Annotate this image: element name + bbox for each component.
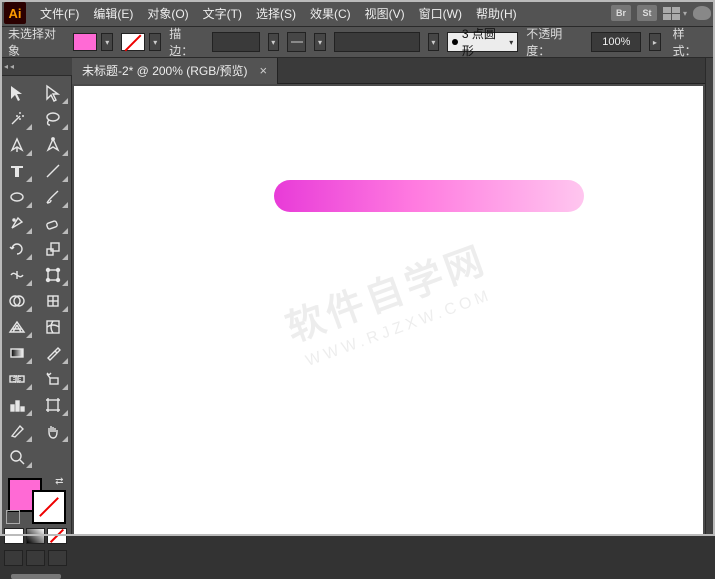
eraser-tool[interactable] <box>36 210 70 236</box>
menu-bar: Ai 文件(F) 编辑(E) 对象(O) 文字(T) 选择(S) 效果(C) 视… <box>0 0 715 26</box>
draw-normal[interactable] <box>4 550 23 566</box>
gradient-pill-shape[interactable] <box>274 180 584 212</box>
brush-dot-icon <box>452 39 458 45</box>
right-dock-strip[interactable] <box>705 58 715 536</box>
mesh-tool[interactable] <box>36 314 70 340</box>
vw-dropdown[interactable]: ▾ <box>314 33 326 51</box>
brush-preview-dropdown[interactable]: ▾ <box>428 33 440 51</box>
tab-close-button[interactable]: × <box>260 63 268 78</box>
eyedropper-tool[interactable] <box>36 340 70 366</box>
toolbox-resize-handle[interactable] <box>11 574 61 579</box>
paintbrush-tool[interactable] <box>36 184 70 210</box>
document-tab[interactable]: 未标题-2* @ 200% (RGB/预览) × <box>72 58 278 84</box>
artboard[interactable]: 软件自学网 WWW.RJZXW.COM <box>74 86 703 534</box>
stroke-control[interactable]: ▾ <box>121 33 161 51</box>
ellipse-tool[interactable] <box>0 184 34 210</box>
hand-tool[interactable] <box>36 418 70 444</box>
gradient-tool[interactable] <box>0 340 34 366</box>
menu-window[interactable]: 窗口(W) <box>413 2 468 25</box>
style-label: 样式： <box>673 25 707 59</box>
toolbox: ⇄ <box>0 76 72 536</box>
menu-file[interactable]: 文件(F) <box>34 2 85 25</box>
line-segment-tool[interactable] <box>36 158 70 184</box>
scale-tool[interactable] <box>36 236 70 262</box>
magic-wand-tool[interactable] <box>0 106 34 132</box>
collapse-chevrons-icon: ◂◂ <box>4 62 16 71</box>
bridge-icon[interactable]: Br <box>611 5 631 21</box>
fill-stroke-control[interactable]: ⇄ <box>4 476 68 524</box>
color-mode-row <box>0 528 71 550</box>
shape-builder-tool[interactable] <box>0 288 34 314</box>
screen-mode-row <box>0 550 71 566</box>
draw-behind[interactable] <box>26 550 45 566</box>
column-graph-tool[interactable] <box>0 392 34 418</box>
fill-dropdown[interactable]: ▾ <box>101 33 113 51</box>
swap-fill-stroke-icon[interactable]: ⇄ <box>55 476 63 487</box>
document-tab-title: 未标题-2* @ 200% (RGB/预览) <box>82 62 248 79</box>
fill-control[interactable]: ▾ <box>73 33 113 51</box>
menu-view[interactable]: 视图(V) <box>359 2 411 25</box>
brush-preview[interactable] <box>334 32 420 52</box>
stroke-label: 描边： <box>169 25 203 59</box>
menu-edit[interactable]: 编辑(E) <box>87 2 139 25</box>
menu-help[interactable]: 帮助(H) <box>470 2 523 25</box>
menu-effect[interactable]: 效果(C) <box>304 2 357 25</box>
zoom-tool[interactable] <box>0 444 34 470</box>
workspace-switcher-icon[interactable]: ▾ <box>663 7 687 20</box>
opacity-label: 不透明度： <box>526 25 583 59</box>
brush-definition[interactable]: 3 点圆形 ▾ <box>447 32 518 52</box>
fill-swatch[interactable] <box>73 33 97 51</box>
opacity-input[interactable]: 100% <box>591 32 641 52</box>
curvature-tool[interactable] <box>36 132 70 158</box>
perspective-grid-tool[interactable] <box>0 314 34 340</box>
menu-type[interactable]: 文字(T) <box>197 2 248 25</box>
color-mode-solid[interactable] <box>4 528 24 544</box>
canvas-area[interactable]: 软件自学网 WWW.RJZXW.COM <box>72 84 705 536</box>
stroke-swatch-none[interactable] <box>121 33 145 51</box>
width-tool[interactable] <box>0 262 34 288</box>
stroke-proxy[interactable] <box>32 490 66 524</box>
watermark-line2: WWW.RJZXW.COM <box>297 284 501 373</box>
type-tool[interactable] <box>0 158 34 184</box>
stroke-dropdown[interactable]: ▾ <box>149 33 161 51</box>
pen-tool[interactable] <box>0 132 34 158</box>
brush-label: 3 点圆形 <box>462 25 505 59</box>
color-mode-gradient[interactable] <box>26 528 46 544</box>
document-tab-bar: 未标题-2* @ 200% (RGB/预览) × <box>72 58 705 84</box>
watermark-line1: 软件自学网 <box>277 229 493 353</box>
sync-icon[interactable] <box>693 6 711 20</box>
direct-selection-tool[interactable] <box>36 80 70 106</box>
lasso-tool[interactable] <box>36 106 70 132</box>
draw-inside[interactable] <box>48 550 67 566</box>
default-fill-stroke-icon[interactable] <box>6 510 20 524</box>
app-icon: Ai <box>4 2 26 24</box>
free-transform-tool[interactable] <box>36 262 70 288</box>
shaper-tool[interactable] <box>0 210 34 236</box>
options-bar: 未选择对象 ▾ ▾ 描边： ▾ ▾ ▾ 3 点圆形 ▾ 不透明度： 100% ▸… <box>0 26 715 58</box>
variable-width-profile[interactable] <box>287 32 306 52</box>
watermark: 软件自学网 WWW.RJZXW.COM <box>277 229 501 373</box>
live-paint-bucket-tool[interactable] <box>36 288 70 314</box>
opacity-dropdown[interactable]: ▸ <box>649 33 661 51</box>
stroke-weight-dropdown[interactable]: ▾ <box>268 33 280 51</box>
menu-select[interactable]: 选择(S) <box>250 2 302 25</box>
menu-object[interactable]: 对象(O) <box>141 2 194 25</box>
artboard-tool[interactable] <box>36 392 70 418</box>
selection-status: 未选择对象 <box>8 25 65 59</box>
toolbox-spacer <box>36 444 70 470</box>
selection-tool[interactable] <box>0 80 34 106</box>
slice-tool[interactable] <box>0 418 34 444</box>
rotate-tool[interactable] <box>0 236 34 262</box>
blend-tool[interactable] <box>0 366 34 392</box>
stroke-weight-input[interactable] <box>212 32 260 52</box>
panel-collapse-strip[interactable]: ◂◂ <box>0 58 72 76</box>
color-mode-none[interactable] <box>47 528 67 544</box>
stock-icon[interactable]: St <box>637 5 657 21</box>
symbol-sprayer-tool[interactable] <box>36 366 70 392</box>
menubar-right: Br St ▾ <box>611 5 711 21</box>
